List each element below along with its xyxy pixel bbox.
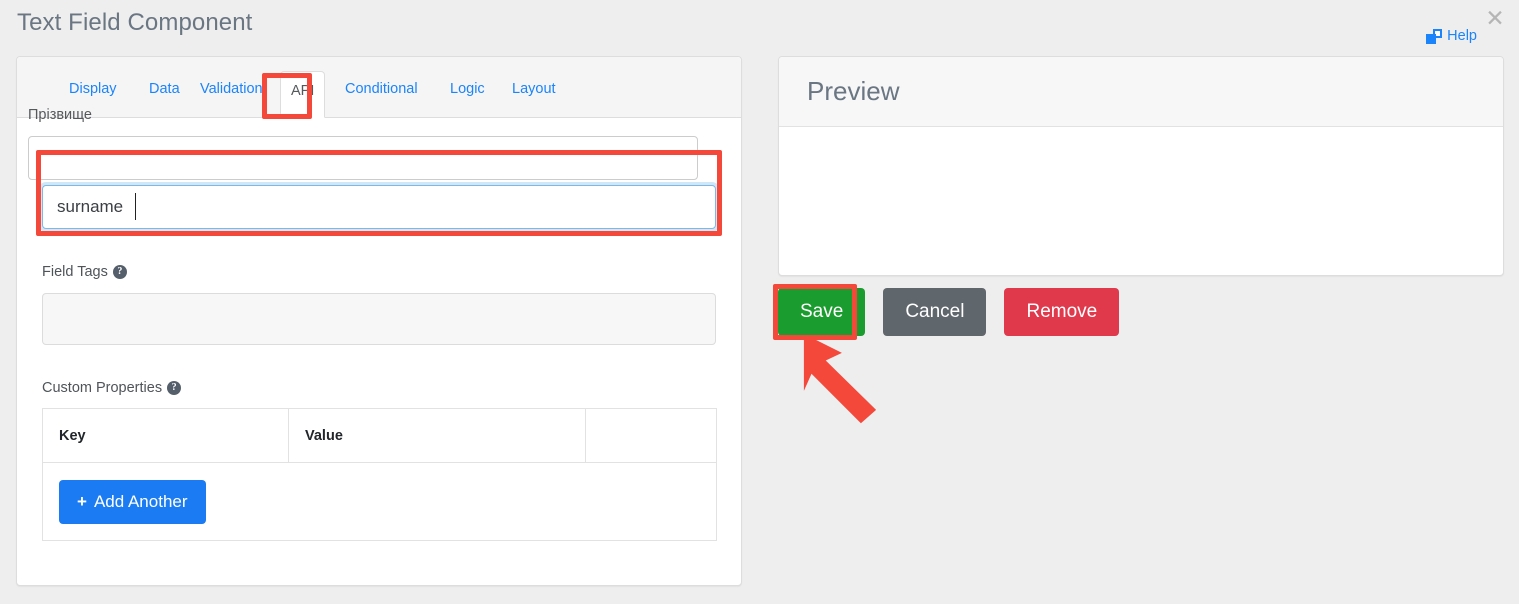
clone-icon — [1426, 28, 1443, 44]
close-icon[interactable]: ✕ — [1483, 7, 1507, 31]
preview-panel: Preview — [778, 56, 1504, 276]
tab-validation[interactable]: Validation — [190, 74, 273, 104]
tab-display[interactable]: Display — [59, 74, 127, 104]
custom-properties-label-text: Custom Properties — [42, 380, 163, 396]
preview-title: Preview — [807, 76, 900, 106]
custom-properties-table: Key Value + Add Another — [42, 408, 717, 541]
help-label: Help — [1447, 28, 1477, 44]
tab-api[interactable]: API — [280, 71, 326, 118]
column-header-key: Key — [42, 408, 289, 463]
column-header-actions — [585, 408, 717, 463]
preview-header: Preview — [779, 57, 1503, 127]
property-name-input[interactable] — [42, 185, 716, 229]
page-title: Text Field Component — [17, 9, 253, 36]
field-tags-input[interactable] — [42, 293, 716, 345]
tab-logic[interactable]: Logic — [440, 74, 495, 104]
question-circle-icon[interactable]: ? — [112, 265, 127, 279]
action-buttons: Save Cancel Remove — [778, 288, 1120, 336]
text-cursor — [135, 193, 136, 220]
add-another-label: Add Another — [93, 491, 188, 511]
preview-field-label: Прізвище — [28, 107, 92, 123]
annotation-arrow — [803, 335, 877, 424]
cancel-button[interactable]: Cancel — [883, 288, 987, 336]
table-header-row: Key Value — [42, 408, 717, 463]
custom-properties-label: Custom Properties ? — [42, 380, 182, 396]
tab-data[interactable]: Data — [139, 74, 190, 104]
add-another-cell: + Add Another — [42, 462, 717, 541]
table-footer-row: + Add Another — [42, 462, 717, 541]
tab-conditional[interactable]: Conditional — [335, 74, 428, 104]
preview-field-input[interactable] — [28, 136, 698, 180]
settings-tabs: Display Data Validation API Conditional … — [17, 57, 741, 118]
add-another-button[interactable]: + Add Another — [59, 479, 206, 524]
remove-button[interactable]: Remove — [1004, 288, 1120, 336]
field-tags-label: Field Tags ? — [42, 264, 127, 280]
field-tags-label-text: Field Tags — [42, 264, 108, 280]
tab-layout[interactable]: Layout — [502, 74, 566, 104]
plus-icon: + — [77, 492, 87, 511]
help-link[interactable]: Help — [1426, 28, 1477, 44]
column-header-value: Value — [288, 408, 586, 463]
save-button[interactable]: Save — [778, 288, 866, 336]
question-circle-icon[interactable]: ? — [167, 381, 182, 395]
